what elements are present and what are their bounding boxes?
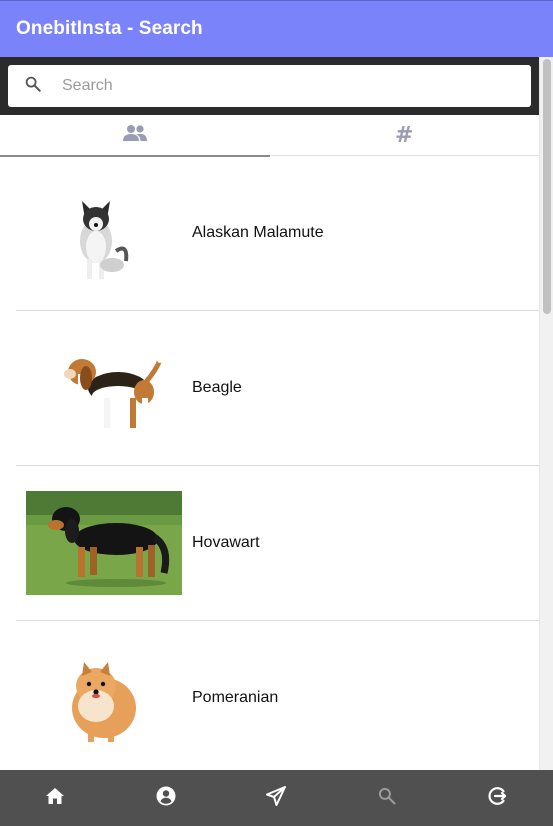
scrollbar[interactable] [539, 57, 553, 770]
app-header: OnebitInsta - Search [0, 0, 553, 57]
hovawart-photo [26, 491, 182, 595]
alaskan-malamute-photo [26, 181, 182, 285]
page-title: OnebitInsta - Search [16, 18, 203, 39]
tab-hashtags[interactable]: # [270, 115, 540, 156]
result-name: Beagle [192, 379, 242, 396]
account-circle-icon [156, 786, 176, 811]
list-item[interactable]: Hovawart [16, 466, 539, 621]
send-icon [266, 785, 287, 811]
nav-logout[interactable] [442, 770, 553, 826]
nav-home[interactable] [0, 770, 111, 826]
result-name: Pomeranian [192, 689, 279, 706]
search-box[interactable] [8, 65, 531, 107]
search-bar [0, 57, 539, 115]
list-item[interactable]: Alaskan Malamute [16, 156, 539, 311]
list-item[interactable]: Pomeranian [16, 621, 539, 770]
bottom-nav [0, 770, 553, 826]
results-list: Alaskan Malamute Beagle Hovawart Pomeran… [0, 156, 539, 770]
nav-search[interactable] [332, 770, 443, 826]
search-input[interactable] [62, 77, 502, 95]
home-icon [45, 787, 65, 810]
search-icon [24, 75, 42, 98]
tab-users[interactable] [0, 115, 270, 157]
list-item[interactable]: Beagle [16, 311, 539, 466]
app-root: OnebitInsta - Search # [0, 0, 553, 826]
people-icon [122, 124, 148, 147]
logout-icon [488, 786, 508, 811]
scrollbar-thumb[interactable] [543, 59, 551, 314]
search-tabs: # [0, 115, 540, 157]
beagle-photo [26, 336, 182, 440]
nav-profile[interactable] [111, 770, 222, 826]
search-icon [377, 786, 397, 811]
nav-send[interactable] [221, 770, 332, 826]
result-name: Alaskan Malamute [192, 224, 324, 241]
hash-icon: # [395, 123, 414, 148]
pomeranian-photo [26, 646, 182, 750]
result-name: Hovawart [192, 534, 260, 551]
